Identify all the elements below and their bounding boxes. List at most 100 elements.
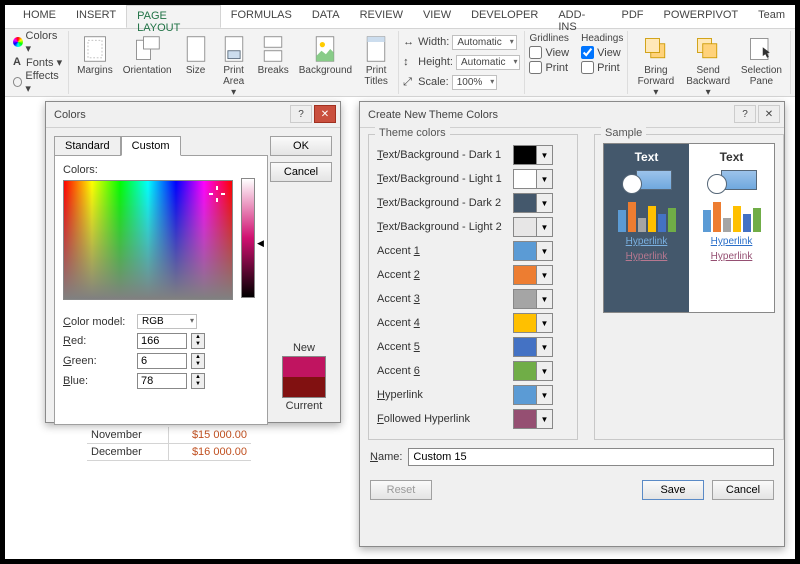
sample-followed-light: Hyperlink: [711, 251, 753, 262]
sample-text-light: Text: [720, 150, 744, 164]
gridlines-print-check[interactable]: Print: [529, 61, 569, 74]
theme-color-label: Text/Background - Dark 2: [377, 197, 513, 209]
send-backward-button[interactable]: Send Backward ▾: [681, 33, 734, 100]
red-label: Red:: [63, 335, 133, 347]
width-dropdown[interactable]: Automatic: [452, 35, 516, 50]
selection-pane-icon: [747, 35, 775, 63]
ribbon-tab-page-layout[interactable]: PAGE LAYOUT: [126, 5, 221, 28]
green-input[interactable]: [137, 353, 187, 369]
save-button[interactable]: Save: [642, 480, 704, 500]
visible-cells: November$15 000.00 December$16 000.00: [87, 427, 251, 461]
red-input[interactable]: [137, 333, 187, 349]
ok-button[interactable]: OK: [270, 136, 332, 156]
theme-color-dropdown[interactable]: ▼: [513, 169, 553, 189]
sample-text-dark: Text: [635, 150, 659, 164]
reset-button[interactable]: Reset: [370, 480, 432, 500]
theme-close-button[interactable]: ✕: [758, 105, 780, 123]
height-dropdown[interactable]: Automatic: [456, 55, 520, 70]
tab-custom[interactable]: Custom: [121, 136, 181, 156]
orientation-button[interactable]: Orientation: [119, 33, 176, 78]
ribbon-tab-formulas[interactable]: FORMULAS: [221, 5, 302, 28]
name-label: Name:: [370, 451, 402, 463]
color-model-dropdown[interactable]: RGB: [137, 314, 197, 329]
scale-spinner[interactable]: 100%: [452, 75, 498, 90]
print-titles-button[interactable]: Print Titles: [358, 33, 394, 89]
theme-color-dropdown[interactable]: ▼: [513, 265, 553, 285]
theme-color-dropdown[interactable]: ▼: [513, 385, 553, 405]
theme-color-dropdown[interactable]: ▼: [513, 241, 553, 261]
ribbon-tab-pdf[interactable]: PDF: [612, 5, 654, 28]
height-icon: ↕: [403, 56, 415, 68]
scale-label: Scale:: [418, 76, 449, 88]
theme-color-row: Followed Hyperlink▼: [377, 407, 569, 431]
ribbon-tab-developer[interactable]: DEVELOPER: [461, 5, 548, 28]
ribbon-tabs: HOMEINSERTPAGE LAYOUTFORMULASDATAREVIEWV…: [5, 5, 795, 29]
blue-input[interactable]: [137, 373, 187, 389]
sample-shape-dark: [620, 168, 674, 194]
theme-color-label: Text/Background - Dark 1: [377, 149, 513, 161]
gridlines-view-check[interactable]: View: [529, 46, 569, 59]
theme-color-label: Accent 5: [377, 341, 513, 353]
colors-field-label: Colors:: [63, 164, 259, 176]
theme-colors-dialog: Create New Theme Colors ? ✕ Theme colors…: [359, 101, 785, 547]
ribbon-body: Colors ▾ AFonts ▾ Effects ▾ Margins Orie…: [5, 29, 795, 97]
background-button[interactable]: Background: [295, 33, 356, 78]
theme-color-dropdown[interactable]: ▼: [513, 337, 553, 357]
theme-color-row: Accent 4▼: [377, 311, 569, 335]
theme-cancel-button[interactable]: Cancel: [712, 480, 774, 500]
theme-name-input[interactable]: [408, 448, 774, 466]
headings-view-check[interactable]: View: [581, 46, 623, 59]
themes-effects[interactable]: Effects ▾: [13, 73, 64, 91]
print-titles-icon: [362, 35, 390, 63]
ribbon-tab-team[interactable]: Team: [748, 5, 795, 28]
ribbon-tab-view[interactable]: VIEW: [413, 5, 461, 28]
cell-month-2: December: [87, 444, 169, 461]
ribbon-tab-home[interactable]: HOME: [13, 5, 66, 28]
ribbon-tab-add-ins[interactable]: ADD-INS: [548, 5, 611, 28]
fonts-icon: A: [13, 56, 23, 68]
tab-standard[interactable]: Standard: [54, 136, 121, 156]
color-field[interactable]: [63, 180, 233, 300]
headings-print-check[interactable]: Print: [581, 61, 623, 74]
themes-colors[interactable]: Colors ▾: [13, 33, 64, 51]
luminance-pointer: ◀: [257, 238, 264, 249]
theme-color-dropdown[interactable]: ▼: [513, 289, 553, 309]
bring-forward-button[interactable]: Bring Forward ▾: [632, 33, 679, 100]
sample-preview: Text Hyperlink Hyperlink Text Hyperlink …: [603, 143, 775, 313]
theme-help-button[interactable]: ?: [734, 105, 756, 123]
selection-pane-button[interactable]: Selection Pane: [737, 33, 786, 89]
theme-color-label: Followed Hyperlink: [377, 413, 513, 425]
ribbon-tab-review[interactable]: REVIEW: [350, 5, 413, 28]
green-spinner[interactable]: ▲▼: [191, 353, 205, 369]
effects-icon: [13, 77, 22, 87]
sample-hyperlink-dark: Hyperlink: [626, 236, 668, 247]
margins-button[interactable]: Margins: [73, 33, 117, 78]
theme-color-dropdown[interactable]: ▼: [513, 313, 553, 333]
close-button[interactable]: ✕: [314, 105, 336, 123]
cell-amount-1: $15 000.00: [169, 427, 251, 444]
theme-color-dropdown[interactable]: ▼: [513, 217, 553, 237]
blue-spinner[interactable]: ▲▼: [191, 373, 205, 389]
color-swatch: [282, 356, 326, 398]
ribbon-tab-data[interactable]: DATA: [302, 5, 350, 28]
print-area-button[interactable]: Print Area ▾: [216, 33, 252, 100]
theme-color-row: Text/Background - Dark 2▼: [377, 191, 569, 215]
themes-fonts[interactable]: AFonts ▾: [13, 53, 64, 71]
color-model-label: Color model:: [63, 316, 133, 328]
ribbon-tab-insert[interactable]: INSERT: [66, 5, 126, 28]
size-button[interactable]: Size: [178, 33, 214, 78]
cancel-button[interactable]: Cancel: [270, 162, 332, 182]
theme-color-dropdown[interactable]: ▼: [513, 193, 553, 213]
width-label: Width:: [418, 36, 449, 48]
colors-icon: [13, 37, 23, 47]
help-button[interactable]: ?: [290, 105, 312, 123]
luminance-slider[interactable]: [241, 178, 255, 298]
theme-color-dropdown[interactable]: ▼: [513, 145, 553, 165]
theme-color-dropdown[interactable]: ▼: [513, 361, 553, 381]
green-label: Green:: [63, 355, 133, 367]
ribbon-tab-powerpivot[interactable]: POWERPIVOT: [654, 5, 749, 28]
breaks-button[interactable]: Breaks: [254, 33, 293, 78]
theme-color-dropdown[interactable]: ▼: [513, 409, 553, 429]
colors-dialog: Colors ? ✕ Standard Custom Colors:: [45, 101, 341, 423]
red-spinner[interactable]: ▲▼: [191, 333, 205, 349]
